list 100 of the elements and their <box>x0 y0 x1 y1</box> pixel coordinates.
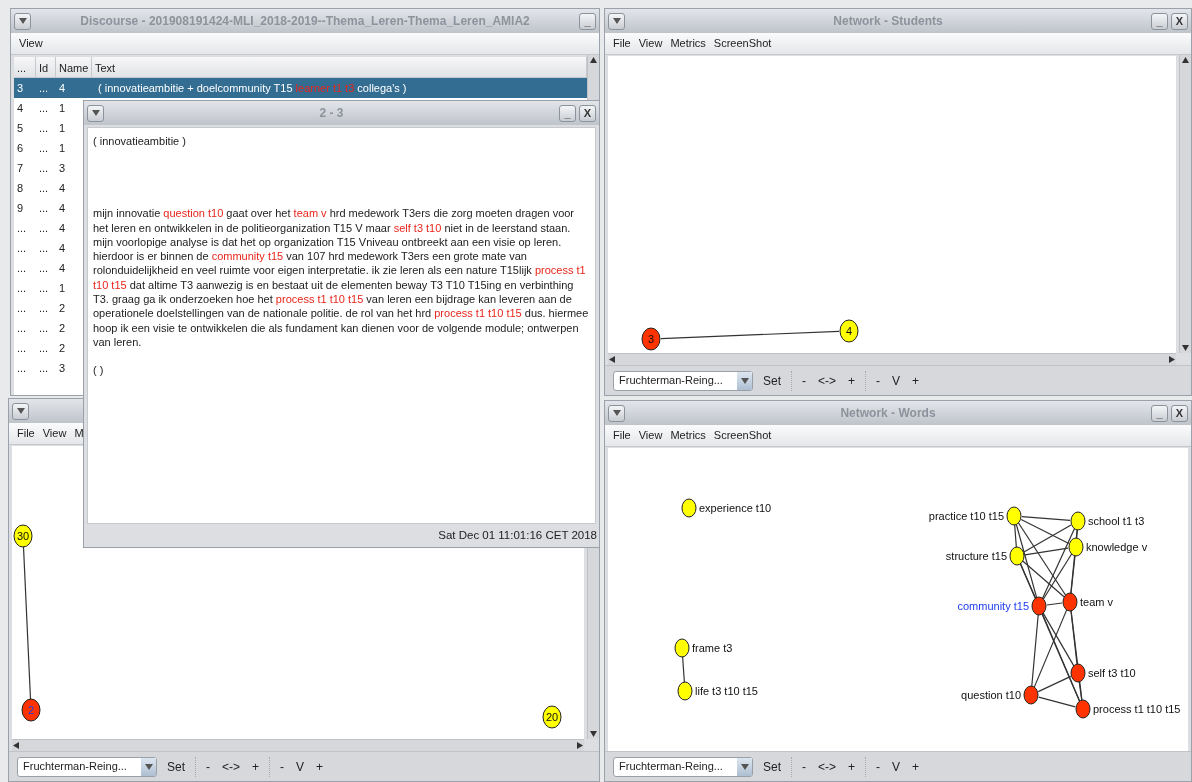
toolbar-button[interactable]: - <box>874 760 883 773</box>
toolbar-button[interactable]: <-> <box>220 760 243 773</box>
node-label: experience t10 <box>699 502 772 514</box>
window-menu-button[interactable] <box>608 404 625 422</box>
dropdown-icon <box>91 110 100 116</box>
menu-item[interactable]: File <box>13 425 39 442</box>
table-row[interactable]: 3 ... 4 ( innovatieambitie + doelcommunity T15 learner t1 t3 collega's ) <box>14 78 587 98</box>
scroll-left-icon[interactable] <box>609 356 616 363</box>
node-label: school t1 t3 <box>1088 515 1145 527</box>
toolbar-button[interactable]: - <box>874 374 883 387</box>
toolbar-button[interactable]: - <box>800 760 808 773</box>
menu-item[interactable]: Metrics <box>666 35 710 52</box>
table-cell-text: ... <box>38 100 50 116</box>
graph-node[interactable] <box>839 319 859 343</box>
toolbar-button[interactable]: + <box>846 760 858 773</box>
minimize-button[interactable]: _ <box>579 12 596 30</box>
scroll-right-icon[interactable] <box>576 742 583 749</box>
window-menu-button[interactable] <box>608 12 625 30</box>
node-label: community t15 <box>957 600 1029 612</box>
table-cell-text: 2 <box>58 320 67 336</box>
graph-node[interactable] <box>1006 506 1022 526</box>
horizontal-scrollbar[interactable] <box>12 739 584 751</box>
graph-node[interactable] <box>1068 537 1084 557</box>
graph-node[interactable] <box>1031 596 1047 616</box>
table-cell-text: ... <box>38 300 50 316</box>
node-label: 2 <box>27 704 35 716</box>
table-cell-text: 3 <box>16 80 25 96</box>
scroll-up-icon[interactable] <box>590 57 597 64</box>
column-header[interactable]: Name <box>56 57 92 77</box>
graph-node[interactable] <box>1075 699 1091 719</box>
table-cell-text: ... <box>16 280 28 296</box>
close-button[interactable]: X <box>1171 12 1188 30</box>
column-header[interactable]: Id <box>36 57 56 77</box>
menu-item[interactable]: View <box>15 35 47 52</box>
menu-item[interactable]: File <box>609 35 635 52</box>
toolbar-button[interactable]: + <box>846 374 858 387</box>
menu-item[interactable]: View <box>634 427 667 444</box>
window-menu-button[interactable] <box>12 402 29 420</box>
layout-dropdown[interactable]: Fruchterman-Reing... <box>613 756 753 777</box>
toolbar-button[interactable]: V <box>294 760 307 773</box>
menu-item[interactable]: View <box>634 35 667 52</box>
table-cell-text: ... <box>16 340 28 356</box>
toolbar-button[interactable]: + <box>910 374 922 387</box>
window-menu-button[interactable] <box>87 104 104 122</box>
menu-item[interactable]: ScreenShot <box>709 427 776 444</box>
horizontal-scrollbar[interactable] <box>608 353 1176 365</box>
toolbar-button[interactable]: V <box>890 374 903 387</box>
close-button[interactable]: X <box>1171 404 1188 422</box>
menu-item[interactable]: File <box>609 427 635 444</box>
toolbar-button[interactable]: + <box>314 760 326 773</box>
table-cell-text: 6 <box>16 140 25 156</box>
node-label: process t1 t10 t15 <box>1093 703 1181 715</box>
close-button[interactable]: X <box>579 104 596 122</box>
layout-dropdown[interactable]: Fruchterman-Reing... <box>17 756 157 777</box>
minimize-button[interactable]: _ <box>1151 404 1168 422</box>
layout-dropdown[interactable]: Fruchterman-Reing... <box>613 370 753 391</box>
minimize-button[interactable]: _ <box>559 104 576 122</box>
scroll-down-icon[interactable] <box>1182 344 1189 351</box>
toolbar-button[interactable]: Set <box>761 374 783 387</box>
graph-node[interactable] <box>1023 685 1039 705</box>
graph-node[interactable] <box>542 705 562 729</box>
vertical-scrollbar[interactable] <box>1179 55 1191 353</box>
toolbar-button[interactable]: V <box>890 760 903 773</box>
column-header[interactable]: ... <box>14 57 36 77</box>
graph-node[interactable] <box>21 698 41 722</box>
dropdown-icon <box>740 763 749 770</box>
scroll-down-icon[interactable] <box>590 730 597 737</box>
menu-item[interactable]: Metrics <box>666 427 710 444</box>
toolbar-button[interactable]: Set <box>165 760 187 773</box>
menu-item[interactable]: View <box>38 425 71 442</box>
graph-node[interactable] <box>1062 592 1078 612</box>
toolbar-button[interactable]: + <box>910 760 922 773</box>
window-title: Discourse - 201908191424-MLI_2018-2019--Thema_Leren-Thema_Leren_AMIA2 <box>79 13 531 30</box>
window-menu-button[interactable] <box>14 12 31 30</box>
dropdown-icon <box>16 408 25 414</box>
scroll-left-icon[interactable] <box>13 742 20 749</box>
graph-node[interactable] <box>1070 663 1086 683</box>
dropdown-icon <box>612 18 621 24</box>
table-cell-text: ... <box>38 240 50 256</box>
message-text: ( innovatieambitie ) <box>93 134 187 149</box>
toolbar-button[interactable]: - <box>800 374 808 387</box>
toolbar-button[interactable]: <-> <box>816 374 839 387</box>
graph-node[interactable] <box>677 681 693 701</box>
graph-node[interactable] <box>641 327 661 351</box>
graph-node[interactable] <box>681 498 697 518</box>
graph-node[interactable] <box>674 638 690 658</box>
table-cell-text: 1 <box>58 140 67 156</box>
minimize-button[interactable]: _ <box>1151 12 1168 30</box>
toolbar-button[interactable]: - <box>278 760 287 773</box>
graph-node[interactable] <box>13 524 33 548</box>
graph-node[interactable] <box>1070 511 1086 531</box>
menu-item[interactable]: ScreenShot <box>709 35 776 52</box>
graph-node[interactable] <box>1009 546 1025 566</box>
toolbar-button[interactable]: <-> <box>816 760 839 773</box>
table-cell-text: 4 <box>58 180 67 196</box>
toolbar-button[interactable]: Set <box>761 760 783 773</box>
scroll-up-icon[interactable] <box>1182 57 1189 64</box>
toolbar-button[interactable]: - <box>204 760 212 773</box>
toolbar-button[interactable]: + <box>250 760 262 773</box>
scroll-right-icon[interactable] <box>1168 356 1175 363</box>
